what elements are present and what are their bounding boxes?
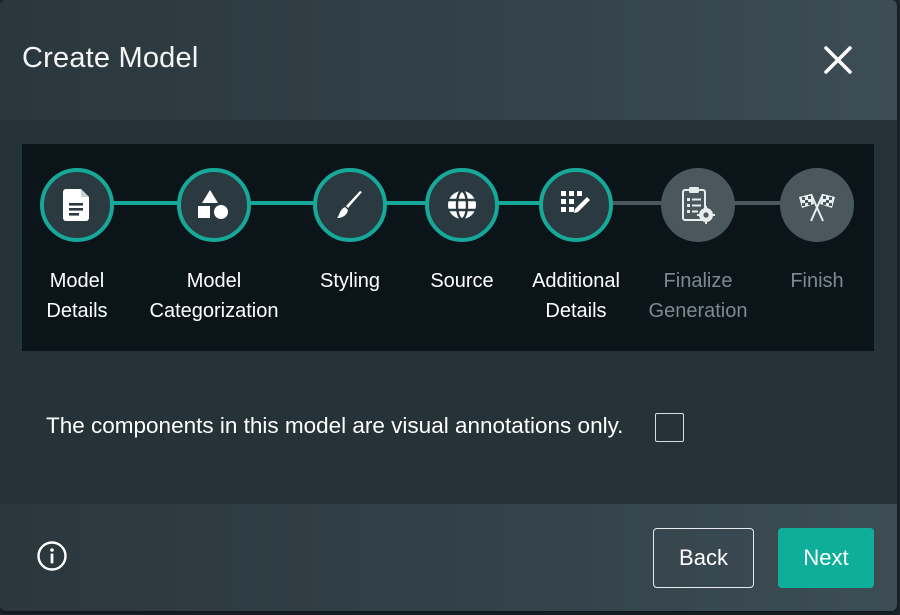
dialog-title: Create Model [22,42,199,74]
step-source[interactable] [425,168,499,242]
back-button[interactable]: Back [653,528,754,588]
info-icon [37,541,67,571]
info-button[interactable] [36,540,68,572]
step-finish[interactable] [780,168,854,242]
close-button[interactable] [816,38,860,82]
globe-icon [448,189,476,221]
document-icon [63,189,89,221]
progress-stepper: Model Details Model Categorization Styli… [22,144,874,351]
step-model-categorization[interactable] [177,168,251,242]
checkered-flags-icon [799,193,835,222]
step-styling[interactable] [313,168,387,242]
next-button[interactable]: Next [778,528,874,588]
annotation-checkbox-label: The components in this model are visual … [46,413,624,438]
close-icon [824,46,852,74]
grid-edit-icon [561,191,590,213]
step-connector [112,201,178,205]
dialog-footer [0,504,897,611]
step-connector [498,201,540,205]
step-label-line: Categorization [149,300,279,322]
step-model-details[interactable] [40,168,114,242]
create-model-dialog: Create Model Model Details Model Categor… [0,0,897,611]
shapes-icon [198,190,228,219]
clipboard-gear-icon [682,187,715,224]
annotation-checkbox[interactable] [655,413,684,442]
step-additional-details[interactable] [539,168,613,242]
step-finalize-generation[interactable] [661,168,735,242]
step-connector [612,201,662,205]
step-connector [386,201,426,205]
dialog-header: Create Model [0,0,897,120]
paintbrush-icon [337,191,362,218]
step-connector [250,201,314,205]
step-connector [734,201,780,205]
step-label-line: Generation [648,300,748,322]
step-label-line: Finish [790,270,844,292]
step-label-finish: Finish [737,266,897,296]
